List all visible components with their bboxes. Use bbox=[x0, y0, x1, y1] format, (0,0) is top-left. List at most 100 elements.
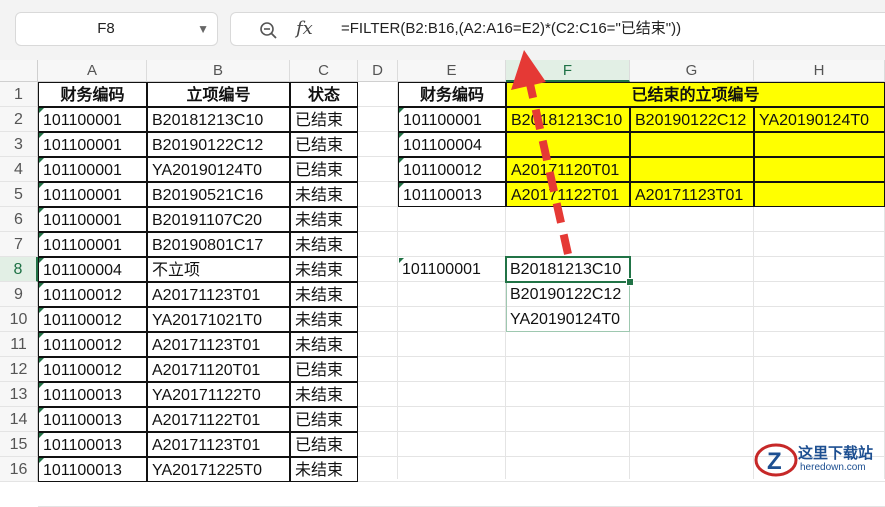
result-id-cell[interactable] bbox=[630, 132, 754, 157]
result-id-cell[interactable] bbox=[754, 132, 885, 157]
filter-result-cell[interactable]: YA20190124T0 bbox=[506, 307, 630, 332]
table-cell[interactable]: 未结束 bbox=[290, 457, 358, 482]
result-id-cell[interactable]: B20181213C10 bbox=[506, 107, 630, 132]
result-id-cell[interactable]: A20171123T01 bbox=[630, 182, 754, 207]
table-cell[interactable]: 101100012 bbox=[38, 307, 147, 332]
table-cell[interactable]: YA20190124T0 bbox=[147, 157, 290, 182]
table-cell[interactable]: 101100013 bbox=[38, 432, 147, 457]
row-header-11[interactable]: 11 bbox=[0, 332, 38, 357]
table-cell[interactable]: 101100012 bbox=[38, 332, 147, 357]
table-cell[interactable]: B20181213C10 bbox=[147, 107, 290, 132]
fx-icon[interactable]: fx bbox=[296, 13, 313, 45]
select-all-corner[interactable] bbox=[0, 60, 38, 82]
row-header-6[interactable]: 6 bbox=[0, 207, 38, 232]
table-cell[interactable]: 已结束 bbox=[290, 432, 358, 457]
table-cell[interactable]: 101100001 bbox=[38, 207, 147, 232]
table-cell[interactable]: 未结束 bbox=[290, 382, 358, 407]
column-header-h[interactable]: H bbox=[754, 60, 885, 82]
table-header-cell[interactable]: 财务编码 bbox=[38, 82, 147, 107]
table-cell[interactable]: 已结束 bbox=[290, 107, 358, 132]
result-code-cell[interactable]: 101100013 bbox=[398, 182, 506, 207]
table-cell[interactable]: 已结束 bbox=[290, 357, 358, 382]
table-cell[interactable]: 不立项 bbox=[147, 257, 290, 282]
result-id-cell[interactable]: A20171120T01 bbox=[506, 157, 630, 182]
filter-result-cell[interactable]: B20181213C10 bbox=[506, 257, 630, 282]
table-cell[interactable]: 已结束 bbox=[290, 157, 358, 182]
table-cell[interactable]: A20171122T01 bbox=[147, 407, 290, 432]
row-header-4[interactable]: 4 bbox=[0, 157, 38, 182]
chevron-down-icon[interactable]: ▼ bbox=[197, 13, 209, 45]
table-cell[interactable]: 未结束 bbox=[290, 182, 358, 207]
table-cell[interactable]: YA20171122T0 bbox=[147, 382, 290, 407]
table-header-cell[interactable]: 状态 bbox=[290, 82, 358, 107]
result-code-cell[interactable]: 101100004 bbox=[398, 132, 506, 157]
result-id-cell[interactable] bbox=[754, 157, 885, 182]
column-header-e[interactable]: E bbox=[398, 60, 506, 82]
row-header-3[interactable]: 3 bbox=[0, 132, 38, 157]
table-cell[interactable]: 101100013 bbox=[38, 407, 147, 432]
table-cell[interactable]: 101100001 bbox=[38, 182, 147, 207]
table-cell[interactable]: B20190521C16 bbox=[147, 182, 290, 207]
row-header-7[interactable]: 7 bbox=[0, 232, 38, 257]
row-header-8[interactable]: 8 bbox=[0, 257, 38, 282]
table-cell[interactable]: 101100012 bbox=[38, 357, 147, 382]
filter-result-cell[interactable]: B20190122C12 bbox=[506, 282, 630, 307]
table-cell[interactable]: A20171123T01 bbox=[147, 332, 290, 357]
result-id-cell[interactable] bbox=[754, 182, 885, 207]
table-cell[interactable]: A20171123T01 bbox=[147, 282, 290, 307]
table-cell[interactable]: B20190801C17 bbox=[147, 232, 290, 257]
row-header-1[interactable]: 1 bbox=[0, 82, 38, 107]
table-cell[interactable]: YA20171225T0 bbox=[147, 457, 290, 482]
table-cell[interactable]: 已结束 bbox=[290, 407, 358, 432]
result-id-cell[interactable] bbox=[506, 132, 630, 157]
table-cell[interactable]: 101100001 bbox=[38, 232, 147, 257]
column-header-a[interactable]: A bbox=[38, 60, 147, 82]
lookup-code-cell[interactable]: 101100001 bbox=[398, 257, 506, 282]
name-box[interactable]: F8 ▼ bbox=[15, 12, 218, 46]
row-header-10[interactable]: 10 bbox=[0, 307, 38, 332]
fill-handle[interactable] bbox=[626, 278, 634, 286]
result-id-cell[interactable]: B20190122C12 bbox=[630, 107, 754, 132]
table-cell[interactable]: 未结束 bbox=[290, 257, 358, 282]
column-header-b[interactable]: B bbox=[147, 60, 290, 82]
table-cell[interactable]: 101100012 bbox=[38, 282, 147, 307]
result-id-cell[interactable]: A20171122T01 bbox=[506, 182, 630, 207]
row-header-12[interactable]: 12 bbox=[0, 357, 38, 382]
row-header-2[interactable]: 2 bbox=[0, 107, 38, 132]
table-cell[interactable]: 未结束 bbox=[290, 282, 358, 307]
table-cell[interactable]: 101100013 bbox=[38, 457, 147, 482]
table-cell[interactable]: YA20171021T0 bbox=[147, 307, 290, 332]
column-header-c[interactable]: C bbox=[290, 60, 358, 82]
table-cell[interactable]: B20191107C20 bbox=[147, 207, 290, 232]
table-cell[interactable]: 101100004 bbox=[38, 257, 147, 282]
row-header-5[interactable]: 5 bbox=[0, 182, 38, 207]
row-header-15[interactable]: 15 bbox=[0, 432, 38, 457]
result-code-cell[interactable]: 101100001 bbox=[398, 107, 506, 132]
table-cell[interactable]: 未结束 bbox=[290, 307, 358, 332]
table-cell[interactable]: A20171123T01 bbox=[147, 432, 290, 457]
row-header-16[interactable]: 16 bbox=[0, 457, 38, 482]
table-header-cell[interactable]: 立项编号 bbox=[147, 82, 290, 107]
table-cell[interactable]: 101100001 bbox=[38, 157, 147, 182]
row-header-13[interactable]: 13 bbox=[0, 382, 38, 407]
result-header-code[interactable]: 财务编码 bbox=[398, 82, 506, 107]
table-cell[interactable]: 未结束 bbox=[290, 232, 358, 257]
row-header-14[interactable]: 14 bbox=[0, 407, 38, 432]
table-cell[interactable]: A20171120T01 bbox=[147, 357, 290, 382]
table-cell[interactable]: B20190122C12 bbox=[147, 132, 290, 157]
zoom-icon[interactable] bbox=[258, 20, 278, 40]
result-id-cell[interactable]: YA20190124T0 bbox=[754, 107, 885, 132]
result-header-ids[interactable]: 已结束的立项编号 bbox=[506, 82, 885, 107]
table-cell[interactable]: 101100001 bbox=[38, 107, 147, 132]
table-cell[interactable]: 已结束 bbox=[290, 132, 358, 157]
formula-text[interactable]: =FILTER(B2:B16,(A2:A16=E2)*(C2:C16="已结束"… bbox=[341, 13, 681, 45]
result-id-cell[interactable] bbox=[630, 157, 754, 182]
table-cell[interactable]: 101100013 bbox=[38, 382, 147, 407]
table-cell[interactable]: 未结束 bbox=[290, 332, 358, 357]
result-code-cell[interactable]: 101100012 bbox=[398, 157, 506, 182]
formula-input[interactable]: fx =FILTER(B2:B16,(A2:A16=E2)*(C2:C16="已… bbox=[230, 12, 885, 46]
row-header-9[interactable]: 9 bbox=[0, 282, 38, 307]
column-header-d[interactable]: D bbox=[358, 60, 398, 82]
spreadsheet-grid[interactable]: A B C D E F G H 1 2 3 4 5 6 7 8 9 10 11 12 13 14 15 16 财务编码 立项编号状… bbox=[0, 60, 885, 507]
table-cell[interactable]: 101100001 bbox=[38, 132, 147, 157]
